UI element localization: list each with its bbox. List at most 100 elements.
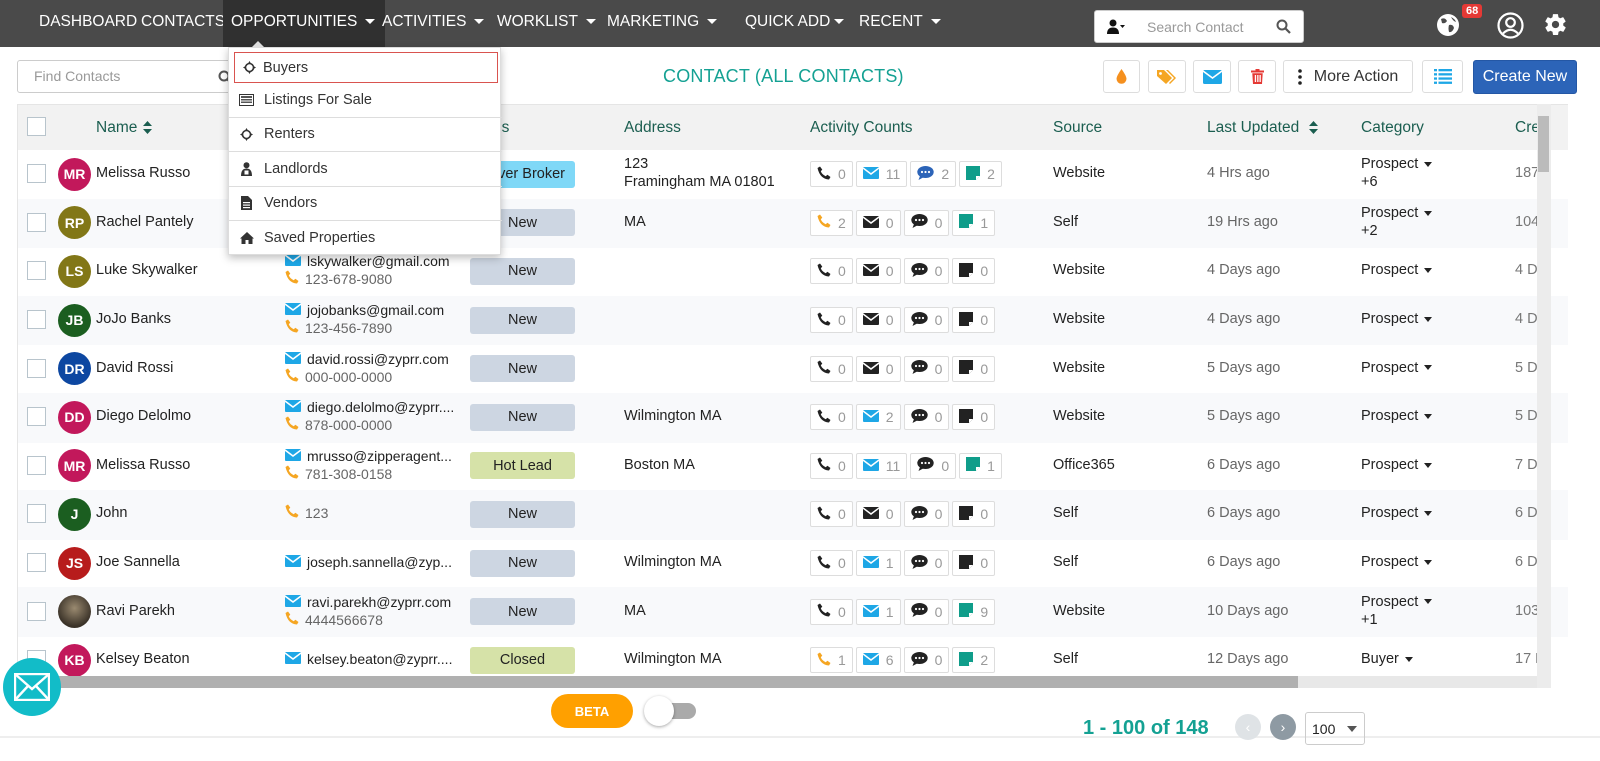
header-category[interactable]: Category xyxy=(1361,119,1424,137)
call-count[interactable]: 0 xyxy=(810,550,853,577)
category[interactable]: Prospect xyxy=(1361,456,1433,474)
email-line[interactable]: kelsey.beaton@zyprr.... xyxy=(284,650,452,668)
user-profile-icon[interactable] xyxy=(1497,12,1524,39)
avatar[interactable]: LS xyxy=(58,254,91,288)
call-count[interactable]: 1 xyxy=(810,647,853,674)
email-count[interactable]: 0 xyxy=(855,355,901,382)
row-checkbox[interactable] xyxy=(27,455,46,475)
menu-item-vendors[interactable]: Vendors xyxy=(229,187,502,221)
email-count[interactable]: 0 xyxy=(855,209,901,236)
list-view-button[interactable] xyxy=(1422,60,1463,93)
menu-item-saved-properties[interactable]: Saved Properties xyxy=(229,221,502,256)
avatar[interactable]: RP xyxy=(58,206,91,240)
email-line[interactable]: ravi.parekh@zyprr.com xyxy=(284,593,451,611)
avatar[interactable]: JS xyxy=(58,546,91,580)
contact-name[interactable]: David Rossi xyxy=(96,360,173,376)
email-count[interactable]: 1 xyxy=(855,550,901,577)
tag-button[interactable] xyxy=(1148,60,1186,93)
chat-count[interactable]: 0 xyxy=(903,598,950,625)
row-checkbox[interactable] xyxy=(27,212,46,232)
header-name[interactable]: Name xyxy=(96,119,153,137)
table-row[interactable]: JS Joe Sannella joseph.sannella@zyp... New W… xyxy=(18,539,1568,589)
status-badge[interactable]: New xyxy=(470,355,575,383)
avatar[interactable]: MR xyxy=(58,449,91,483)
phone-line[interactable]: 4444566678 xyxy=(285,611,451,629)
email-count[interactable]: 0 xyxy=(855,501,901,528)
chat-count[interactable]: 0 xyxy=(903,258,950,285)
chat-count[interactable]: 0 xyxy=(903,404,950,431)
contact-name[interactable]: Luke Skywalker xyxy=(96,262,198,278)
contact-name[interactable]: Melissa Russo xyxy=(96,457,190,473)
row-checkbox[interactable] xyxy=(27,504,46,524)
email-floating-button[interactable] xyxy=(3,658,61,716)
person-filter-icon[interactable] xyxy=(1107,19,1125,35)
nav-worklist[interactable]: WORKLIST xyxy=(489,0,604,47)
beta-button[interactable]: BETA xyxy=(551,694,633,728)
avatar[interactable]: MR xyxy=(58,157,91,191)
avatar-photo[interactable] xyxy=(58,595,91,629)
menu-item-landlords[interactable]: Landlords xyxy=(229,152,502,187)
nav-recent[interactable]: RECENT xyxy=(851,0,949,47)
chat-count[interactable]: 0 xyxy=(903,501,950,528)
header-address[interactable]: Address xyxy=(624,119,681,137)
email-line[interactable]: joseph.sannella@zyp... xyxy=(284,553,452,571)
chat-count[interactable]: 0 xyxy=(903,647,950,674)
avatar[interactable]: JB xyxy=(58,303,91,337)
status-badge[interactable]: New xyxy=(470,549,575,577)
delete-button[interactable] xyxy=(1238,60,1276,93)
chat-count[interactable]: 0 xyxy=(903,307,950,334)
next-page-button[interactable]: › xyxy=(1270,714,1296,740)
chat-count[interactable]: 0 xyxy=(910,452,957,479)
contact-name[interactable]: Rachel Pantely xyxy=(96,214,194,230)
previous-page-button[interactable]: ‹ xyxy=(1235,714,1261,740)
row-checkbox[interactable] xyxy=(27,553,46,573)
category[interactable]: Prospect xyxy=(1361,261,1433,279)
header-last-updated[interactable]: Last Updated xyxy=(1207,119,1319,137)
note-count[interactable]: 0 xyxy=(952,404,996,431)
contact-name[interactable]: John xyxy=(96,505,127,521)
call-count[interactable]: 0 xyxy=(810,598,853,625)
call-count[interactable]: 0 xyxy=(810,452,853,479)
category[interactable]: Prospect xyxy=(1361,553,1433,571)
phone-line[interactable]: 000-000-0000 xyxy=(285,368,449,386)
phone-line[interactable]: 123-456-7890 xyxy=(285,319,444,337)
find-contacts-input[interactable] xyxy=(34,68,214,84)
note-count[interactable]: 1 xyxy=(952,209,996,236)
vertical-scroll-thumb[interactable] xyxy=(1538,116,1549,172)
note-count[interactable]: 9 xyxy=(952,598,996,625)
call-count[interactable]: 2 xyxy=(810,209,853,236)
nav-opportunities[interactable]: OPPORTUNITIES xyxy=(223,0,386,47)
phone-line[interactable]: 123-678-9080 xyxy=(285,270,450,288)
chat-count[interactable]: 0 xyxy=(903,355,950,382)
nav-contacts[interactable]: CONTACTS xyxy=(133,0,233,47)
chat-count[interactable]: 0 xyxy=(903,550,950,577)
chat-count[interactable]: 2 xyxy=(910,161,957,188)
avatar[interactable]: DD xyxy=(58,400,91,434)
email-line[interactable]: david.rossi@zyprr.com xyxy=(284,350,449,368)
call-count[interactable]: 0 xyxy=(810,161,853,188)
nav-quick-add[interactable]: QUICK ADD xyxy=(737,0,852,47)
contact-name[interactable]: Kelsey Beaton xyxy=(96,651,190,667)
search-contact-input[interactable] xyxy=(1147,17,1277,37)
status-badge[interactable]: New xyxy=(470,306,575,334)
note-count[interactable]: 0 xyxy=(952,550,996,577)
category[interactable]: Prospect xyxy=(1361,504,1433,522)
chat-count[interactable]: 0 xyxy=(903,209,950,236)
category[interactable]: Buyer xyxy=(1361,650,1413,668)
email-line[interactable]: mrusso@zipperagent... xyxy=(284,447,452,465)
per-page-select[interactable]: 100 xyxy=(1305,712,1365,745)
phone-line[interactable]: 878-000-0000 xyxy=(285,416,454,434)
select-all-checkbox[interactable] xyxy=(27,117,46,136)
status-badge[interactable]: Hot Lead xyxy=(470,452,575,480)
note-count[interactable]: 0 xyxy=(952,355,996,382)
contact-name[interactable]: JoJo Banks xyxy=(96,311,171,327)
settings-gear-icon[interactable] xyxy=(1543,12,1568,37)
avatar[interactable]: DR xyxy=(58,352,91,386)
note-count[interactable]: 0 xyxy=(952,258,996,285)
table-row[interactable]: JB JoJo Banks jojobanks@gmail.com 123-456-7… xyxy=(18,295,1568,346)
email-count[interactable]: 11 xyxy=(855,452,908,479)
row-checkbox[interactable] xyxy=(27,601,46,621)
call-count[interactable]: 0 xyxy=(810,258,853,285)
category[interactable]: Prospect +6 xyxy=(1361,155,1433,191)
category[interactable]: Prospect +2 xyxy=(1361,204,1433,240)
